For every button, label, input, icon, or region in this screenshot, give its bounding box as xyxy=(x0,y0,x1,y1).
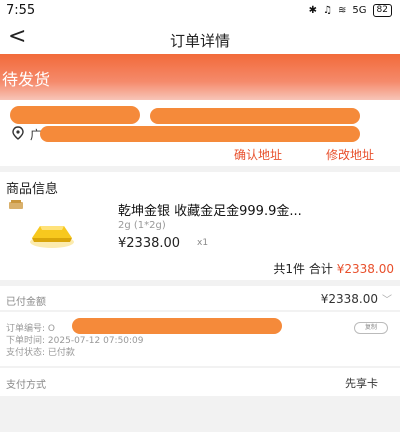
redaction-mark xyxy=(10,106,140,124)
redaction-mark xyxy=(72,318,282,334)
summary-total: ¥2338.00 xyxy=(336,262,394,276)
pay-status-label: 支付状态: xyxy=(6,348,46,358)
status-bar: 7:55 ✱ ♫ ≋ 5G 82 xyxy=(0,0,400,22)
nav-bar: < 订单详情 xyxy=(0,22,400,54)
paid-amount: ¥2338.00 xyxy=(320,292,378,306)
location-pin-icon xyxy=(12,126,24,140)
pay-status-row: 支付状态: 已付款 xyxy=(6,345,75,358)
page-title: 订单详情 xyxy=(169,32,230,50)
goods-summary: 共1件 合计 ¥2338.00 xyxy=(273,260,394,277)
mute-icon: ♫ xyxy=(323,5,333,16)
copy-order-number-button[interactable]: 复制 xyxy=(354,322,388,334)
paid-amount-row[interactable]: 已付金额 ¥2338.00 ﹀ xyxy=(0,286,400,310)
goods-spec: 2g (1*2g) xyxy=(118,220,166,231)
summary-label: 合计 xyxy=(308,262,333,276)
order-status-banner: 待发货 xyxy=(0,54,400,100)
wifi-icon: ≋ xyxy=(338,5,347,16)
address-card: 广 确认地址 修改地址 xyxy=(0,100,400,166)
order-info-card: 订单编号: O 下单时间: 2025-07-12 07:50:09 支付状态: … xyxy=(0,312,400,366)
paid-label: 已付金额 xyxy=(6,297,46,308)
redaction-mark xyxy=(40,126,360,142)
chevron-down-icon[interactable]: ﹀ xyxy=(382,291,392,306)
payment-method-label: 支付方式 xyxy=(6,380,46,391)
gold-bar-image[interactable] xyxy=(22,212,82,252)
status-time: 7:55 xyxy=(6,3,36,18)
goods-card: 商品信息 乾坤金银 收藏金足金999.9金... 2g (1*2g) ¥2338… xyxy=(0,172,400,280)
goods-quantity: x1 xyxy=(197,238,209,248)
battery-icon: 82 xyxy=(372,4,392,17)
edit-address-button[interactable]: 修改地址 xyxy=(326,146,374,163)
bluetooth-icon: ✱ xyxy=(308,5,318,16)
network-label: 5G xyxy=(352,5,367,16)
goods-price: ¥2338.00 xyxy=(118,236,181,251)
goods-section-title: 商品信息 xyxy=(6,182,59,197)
confirm-address-button[interactable]: 确认地址 xyxy=(234,146,282,163)
payment-method-row[interactable]: 支付方式 先享卡 xyxy=(0,368,400,396)
battery-level: 82 xyxy=(376,5,388,15)
shop-icon xyxy=(9,200,23,209)
status-icons: ✱ ♫ ≋ 5G 82 xyxy=(309,4,392,17)
goods-name[interactable]: 乾坤金银 收藏金足金999.9金... xyxy=(118,200,388,219)
order-status-text: 待发货 xyxy=(2,70,51,89)
pay-status-value: 已付款 xyxy=(47,348,75,358)
redaction-mark xyxy=(150,108,360,124)
payment-method-value: 先享卡 xyxy=(345,377,378,390)
summary-count: 共1件 xyxy=(273,262,306,276)
